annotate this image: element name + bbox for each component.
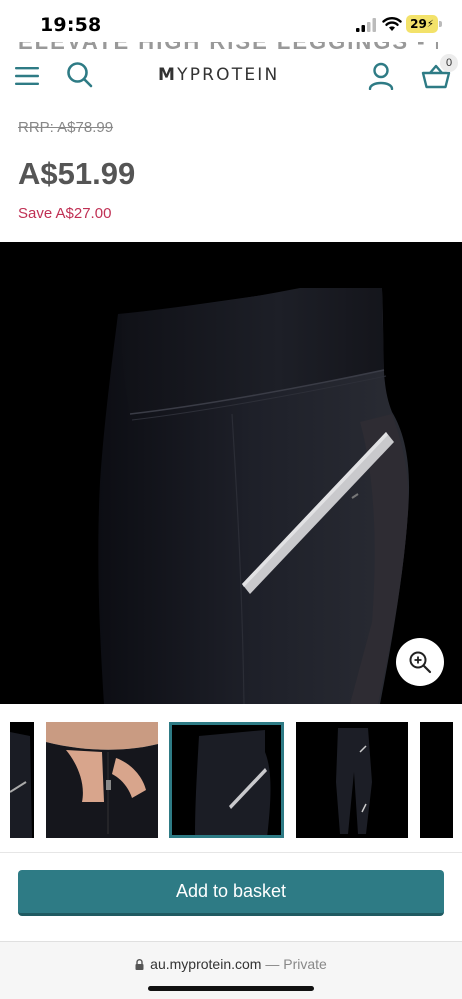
menu-icon[interactable] [15, 67, 39, 85]
url-separator: — [261, 956, 284, 972]
status-time: 19:58 [40, 14, 102, 36]
thumbnail-2-image [46, 722, 158, 838]
zoom-button[interactable] [396, 638, 444, 686]
battery-level: 29 [410, 17, 427, 31]
section-divider [0, 852, 462, 853]
zoom-in-icon [409, 651, 432, 674]
thumbnail-1-image [10, 722, 34, 838]
cellular-signal-icon [356, 18, 376, 32]
savings-amount: Save A$27.00 [18, 205, 112, 222]
thumbnail-4-image [296, 722, 408, 838]
scrolled-title-remnant: ELEVATE HIGH RISE LEGGINGS - BLACK [18, 42, 438, 50]
battery-indicator: 29 ⚡ [406, 15, 438, 33]
myprotein-logo[interactable]: MYPROTEIN [158, 65, 279, 85]
thumbnail-3[interactable] [169, 722, 284, 838]
add-to-basket-button[interactable]: Add to basket [18, 870, 444, 916]
basket-count-badge: 0 [440, 54, 458, 72]
battery-tip [439, 21, 442, 27]
account-icon[interactable] [368, 62, 394, 90]
url-text: au.myprotein.com [150, 956, 262, 972]
thumbnail-1[interactable] [10, 722, 34, 838]
site-header: ELEVATE HIGH RISE LEGGINGS - BLACK MYPRO… [0, 42, 462, 102]
thumbnail-2[interactable] [46, 722, 158, 838]
private-mode-label: Private [283, 956, 327, 972]
sale-price: A$51.99 [18, 156, 136, 191]
leggings-photo [98, 288, 410, 704]
thumbnail-5-image [420, 722, 453, 838]
rrp-price: RRP: A$78.99 [18, 119, 114, 136]
product-main-image[interactable] [0, 242, 462, 704]
wifi-icon [382, 17, 402, 31]
thumbnail-5[interactable] [420, 722, 453, 838]
logo-mark: M [158, 65, 178, 85]
thumbnail-3-image [169, 722, 284, 838]
logo-text: YPROTEIN [177, 65, 280, 85]
browser-url-bar[interactable]: au.myprotein.com — Private [0, 941, 462, 999]
charging-bolt-icon: ⚡ [426, 18, 434, 30]
home-indicator[interactable] [148, 986, 314, 991]
ghost-title-text: ELEVATE HIGH RISE LEGGINGS - BLACK [18, 42, 438, 50]
url-display[interactable]: au.myprotein.com — Private [0, 956, 462, 972]
thumbnail-strip[interactable] [0, 722, 462, 838]
thumbnail-4[interactable] [296, 722, 408, 838]
search-icon[interactable] [66, 61, 94, 89]
lock-icon [135, 959, 144, 970]
